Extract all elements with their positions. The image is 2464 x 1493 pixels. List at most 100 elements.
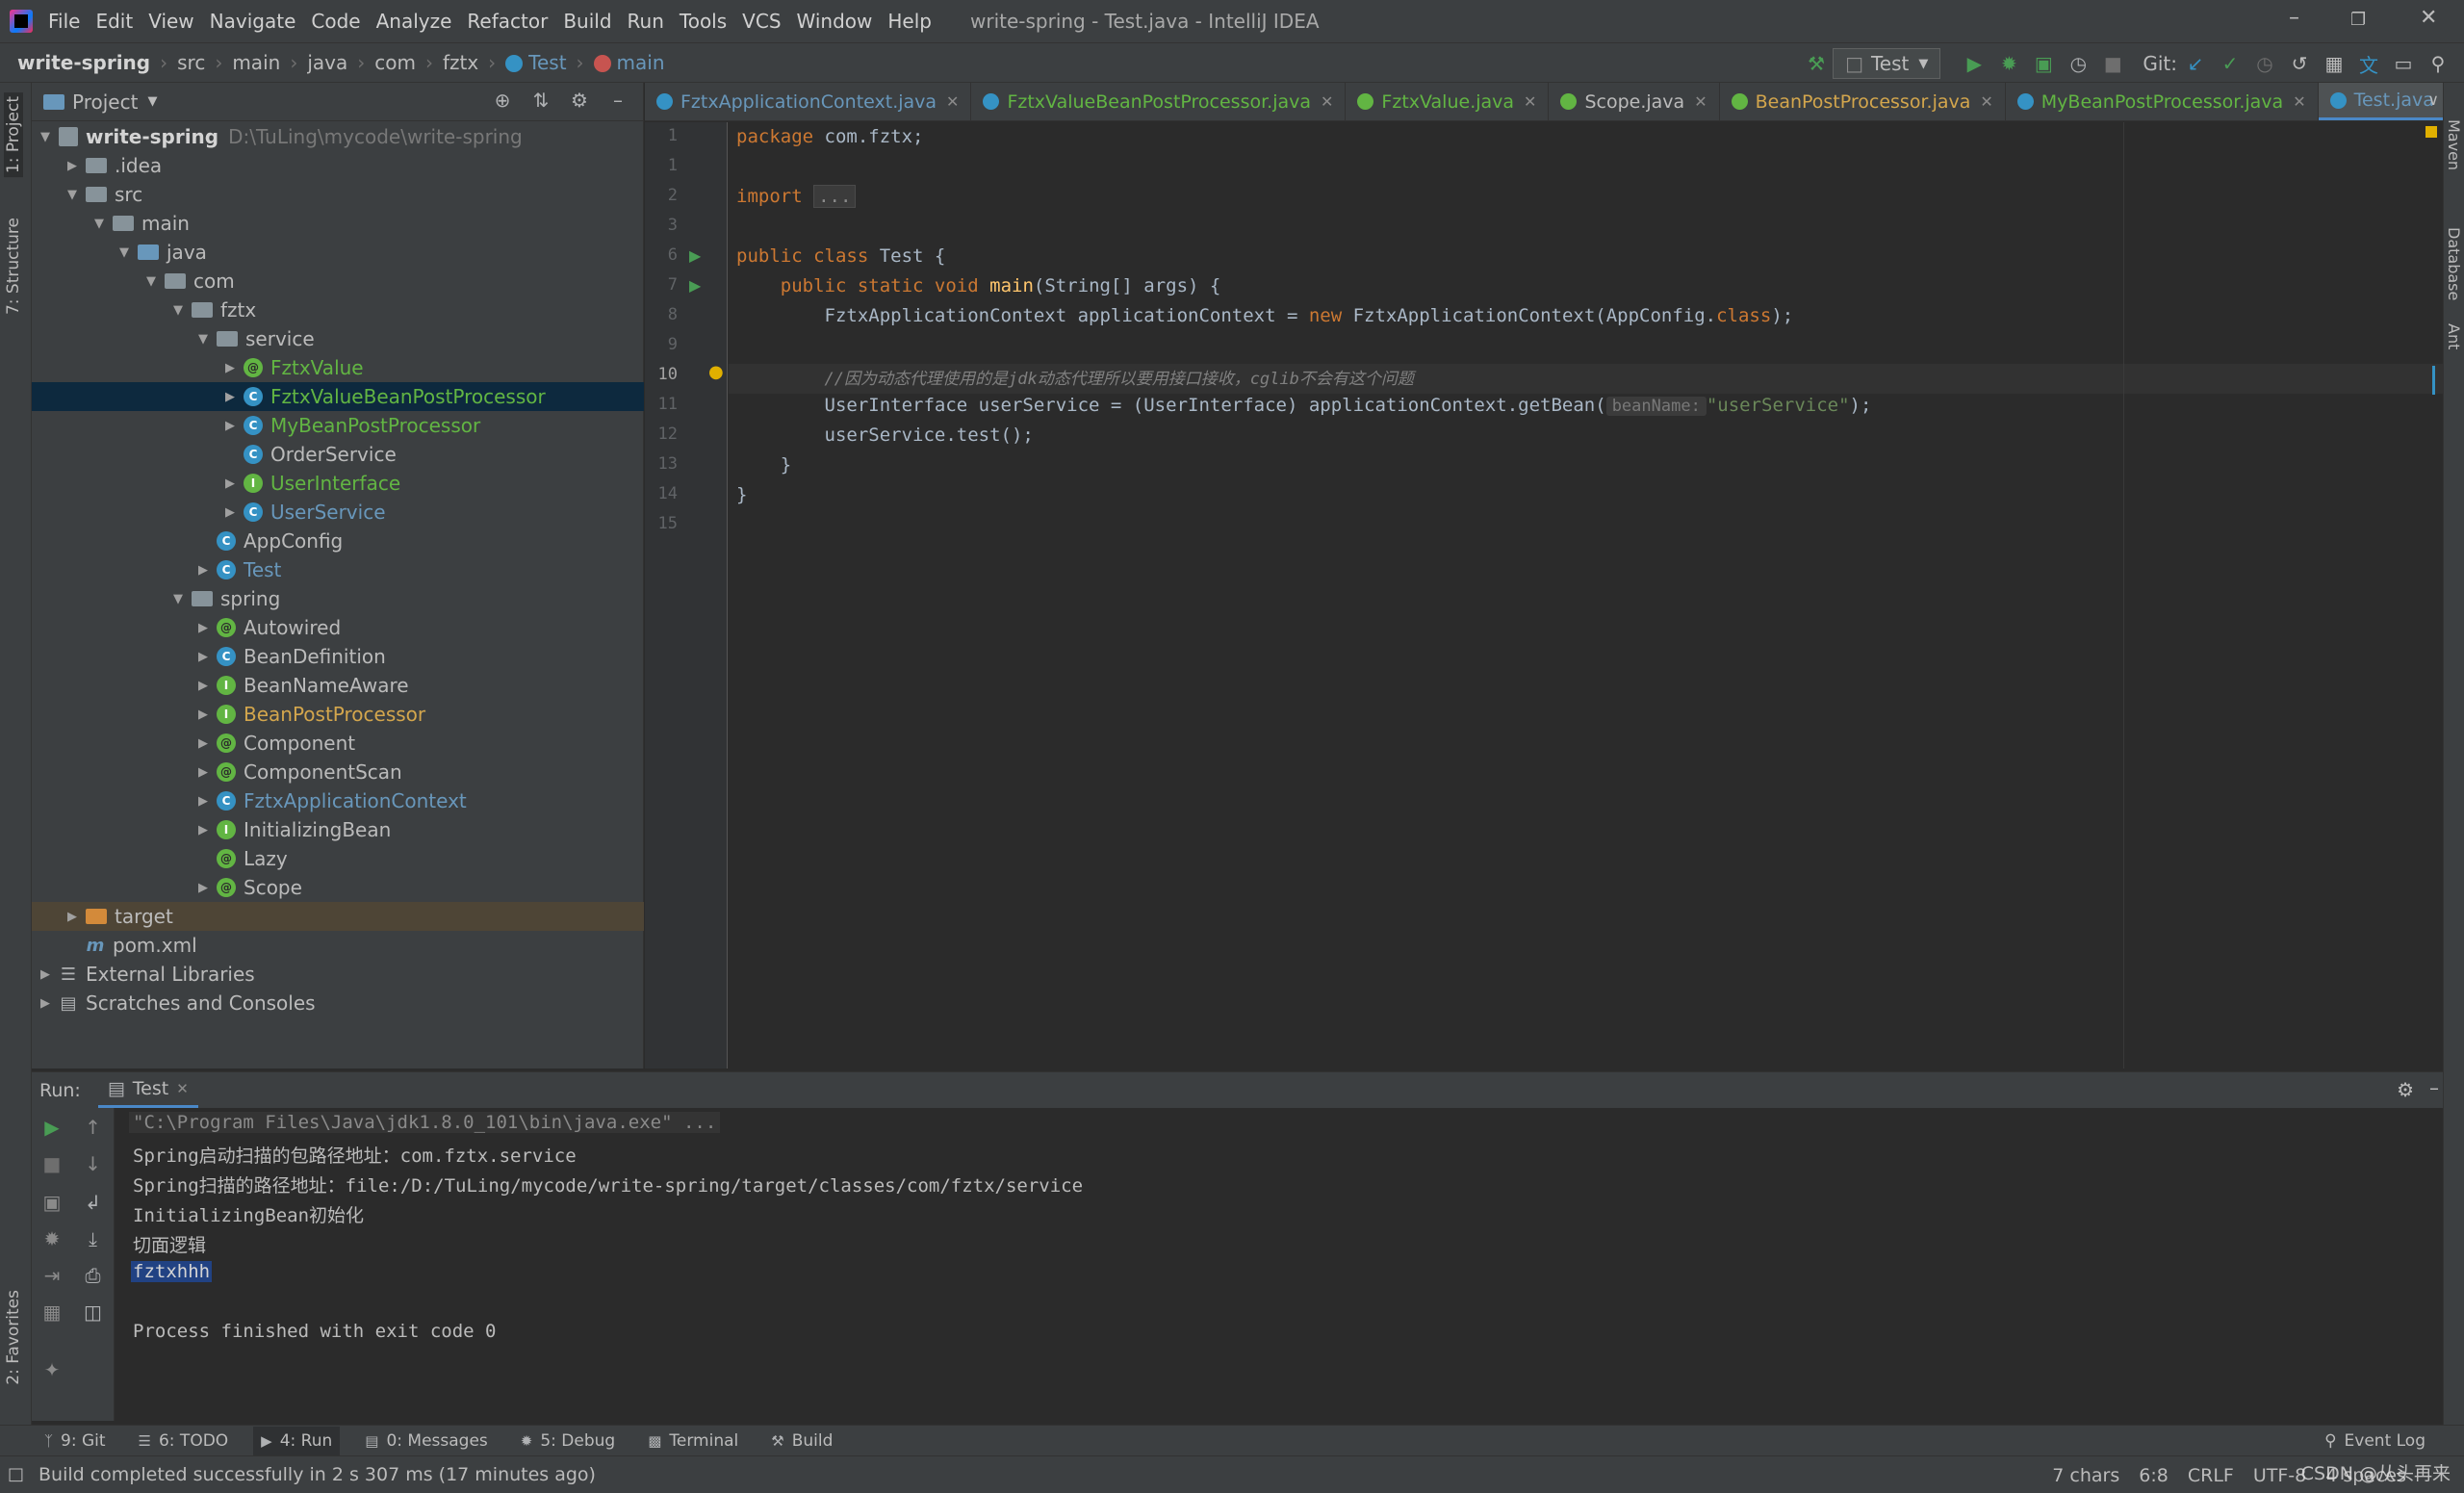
expand-arrow-icon[interactable]: ▶: [195, 823, 211, 837]
lightbulb-icon[interactable]: ●: [708, 362, 724, 382]
collapse-all-icon[interactable]: ⇅: [522, 89, 560, 112]
menu-edit[interactable]: Edit: [95, 10, 133, 33]
layout-icon[interactable]: ▦: [32, 1300, 72, 1324]
expand-arrow-icon[interactable]: ▼: [170, 303, 186, 318]
tool-tab-debug[interactable]: ✹ 5: Debug: [513, 1427, 623, 1455]
tree-item-fztxvaluebeanpostprocessor[interactable]: ▶ C FztxValueBeanPostProcessor: [32, 382, 644, 411]
breadcrumb-java[interactable]: java: [307, 51, 347, 74]
expand-arrow-icon[interactable]: ▶: [195, 765, 211, 780]
profile-icon[interactable]: ◷: [2062, 47, 2094, 80]
tree-item-idea[interactable]: ▶ .idea: [32, 151, 644, 180]
presentation-icon[interactable]: ▭: [2387, 47, 2420, 80]
tree-item-project-root[interactable]: ▼ write-spring D:\TuLing\mycode\write-sp…: [32, 122, 644, 151]
expand-arrow-icon[interactable]: ▼: [38, 130, 53, 144]
tool-tab-ant[interactable]: Ant: [2445, 323, 2463, 349]
close-tab-icon[interactable]: ✕: [176, 1080, 189, 1097]
soft-wrap-icon[interactable]: ↲: [72, 1191, 114, 1214]
tree-item-java[interactable]: ▼ java: [32, 238, 644, 267]
expand-arrow-icon[interactable]: ▶: [195, 563, 211, 578]
tab-fztxvalue[interactable]: FztxValue.java ✕: [1346, 83, 1550, 120]
status-caret-position[interactable]: 6:8: [2139, 1465, 2169, 1486]
tree-item-userservice[interactable]: ▶ C UserService: [32, 498, 644, 527]
code-editor[interactable]: package com.fztx; import ... public clas…: [729, 122, 2443, 1068]
print-icon[interactable]: ⎙: [72, 1264, 114, 1287]
tree-item-fztxvalue[interactable]: ▶ @ FztxValue: [32, 353, 644, 382]
hide-icon[interactable]: –: [599, 89, 637, 112]
tool-tab-git[interactable]: ᛉ 9: Git: [37, 1427, 114, 1455]
tab-test[interactable]: Test.java ✕: [2318, 83, 2443, 120]
debug-icon[interactable]: ✹: [1992, 47, 2025, 80]
restore-icon[interactable]: ❐: [2350, 10, 2366, 30]
tab-mybeanpostprocessor[interactable]: MyBeanPostProcessor.java ✕: [2006, 83, 2319, 120]
project-panel-title[interactable]: Project: [72, 90, 138, 114]
breadcrumb-class[interactable]: Test: [505, 51, 567, 74]
gear-icon[interactable]: ⚙: [2397, 1078, 2414, 1101]
menu-tools[interactable]: Tools: [680, 10, 727, 33]
tree-item-component[interactable]: ▶ @ Component: [32, 729, 644, 758]
close-tab-icon[interactable]: ✕: [1980, 92, 1992, 111]
tool-tab-run[interactable]: ▶ 4: Run: [253, 1426, 341, 1455]
tree-item-external-libraries[interactable]: ▶ ☰ External Libraries: [32, 960, 644, 989]
expand-arrow-icon[interactable]: ▶: [195, 794, 211, 809]
menu-refactor[interactable]: Refactor: [467, 10, 548, 33]
expand-arrow-icon[interactable]: ▶: [222, 505, 238, 520]
menu-window[interactable]: Window: [797, 10, 873, 33]
tree-item-fztxapplicationcontext[interactable]: ▶ C FztxApplicationContext: [32, 786, 644, 815]
rerun-icon[interactable]: ▶: [32, 1116, 72, 1139]
inspection-warning-icon[interactable]: [2426, 126, 2437, 138]
build-hammer-icon[interactable]: ⚒: [1800, 47, 1833, 80]
tool-tab-project[interactable]: 1: Project: [4, 92, 23, 178]
tree-item-lazy[interactable]: @ Lazy: [32, 844, 644, 873]
toggle-tool-windows-icon[interactable]: □: [8, 1464, 24, 1484]
tool-tab-terminal[interactable]: ▩ Terminal: [640, 1427, 746, 1455]
tree-item-mybeanpostprocessor[interactable]: ▶ C MyBeanPostProcessor: [32, 411, 644, 440]
run-gutter-icon[interactable]: ▶: [689, 276, 701, 295]
chevron-down-icon[interactable]: ▼: [147, 94, 157, 109]
expand-arrow-icon[interactable]: ▶: [38, 996, 53, 1011]
tree-item-beannameaware[interactable]: ▶ I BeanNameAware: [32, 671, 644, 700]
stop-icon[interactable]: ■: [32, 1152, 72, 1175]
menu-help[interactable]: Help: [887, 10, 932, 33]
tab-fztxvaluebeanpostprocessor[interactable]: FztxValueBeanPostProcessor.java ✕: [971, 83, 1347, 120]
expand-arrow-icon[interactable]: ▶: [195, 736, 211, 751]
menu-run[interactable]: Run: [628, 10, 664, 33]
expand-arrow-icon[interactable]: ▶: [195, 708, 211, 722]
menu-vcs[interactable]: VCS: [742, 10, 781, 33]
tab-beanpostprocessor[interactable]: BeanPostProcessor.java ✕: [1720, 83, 2006, 120]
tree-item-fztx[interactable]: ▼ fztx: [32, 296, 644, 324]
tree-item-spring[interactable]: ▼ spring: [32, 584, 644, 613]
menu-file[interactable]: File: [48, 10, 80, 33]
tree-item-com[interactable]: ▼ com: [32, 267, 644, 296]
tool-tab-build[interactable]: ⚒ Build: [763, 1427, 840, 1455]
tree-item-scope[interactable]: ▶ @ Scope: [32, 873, 644, 902]
menu-build[interactable]: Build: [563, 10, 611, 33]
breadcrumb-method[interactable]: main: [593, 51, 665, 74]
tree-item-scratches[interactable]: ▶ ▤ Scratches and Consoles: [32, 989, 644, 1017]
expand-arrow-icon[interactable]: ▼: [116, 245, 132, 260]
locate-icon[interactable]: ⊕: [483, 89, 522, 112]
tabs-overflow-chevron-icon[interactable]: ∨: [2427, 90, 2439, 109]
expand-arrow-icon[interactable]: ▶: [222, 476, 238, 491]
event-log-button[interactable]: ⚲ Event Log: [2324, 1426, 2426, 1456]
trash-icon[interactable]: ◫: [72, 1300, 114, 1324]
pin-icon[interactable]: ✦: [32, 1358, 72, 1381]
tool-tab-database[interactable]: Database: [2445, 227, 2463, 300]
expand-arrow-icon[interactable]: ▶: [195, 621, 211, 635]
expand-arrow-icon[interactable]: ▼: [170, 592, 186, 606]
tree-item-beanpostprocessor[interactable]: ▶ I BeanPostProcessor: [32, 700, 644, 729]
tool-tab-messages[interactable]: ▤ 0: Messages: [357, 1427, 496, 1455]
breadcrumb-project[interactable]: write-spring: [17, 51, 150, 74]
breadcrumb-com[interactable]: com: [374, 51, 416, 74]
hide-icon[interactable]: –: [2429, 1076, 2439, 1099]
git-update-icon[interactable]: ↙: [2179, 47, 2212, 80]
close-tab-icon[interactable]: ✕: [1321, 92, 1333, 111]
tree-item-componentscan[interactable]: ▶ @ ComponentScan: [32, 758, 644, 786]
expand-arrow-icon[interactable]: ▶: [222, 361, 238, 375]
menu-analyze[interactable]: Analyze: [376, 10, 452, 33]
gear-icon[interactable]: ⚙: [560, 89, 599, 112]
expand-arrow-icon[interactable]: ▼: [143, 274, 159, 289]
expand-arrow-icon[interactable]: ▶: [64, 910, 80, 924]
tree-item-userinterface[interactable]: ▶ I UserInterface: [32, 469, 644, 498]
tree-item-main[interactable]: ▼ main: [32, 209, 644, 238]
search-icon[interactable]: ⚲: [2422, 47, 2454, 80]
